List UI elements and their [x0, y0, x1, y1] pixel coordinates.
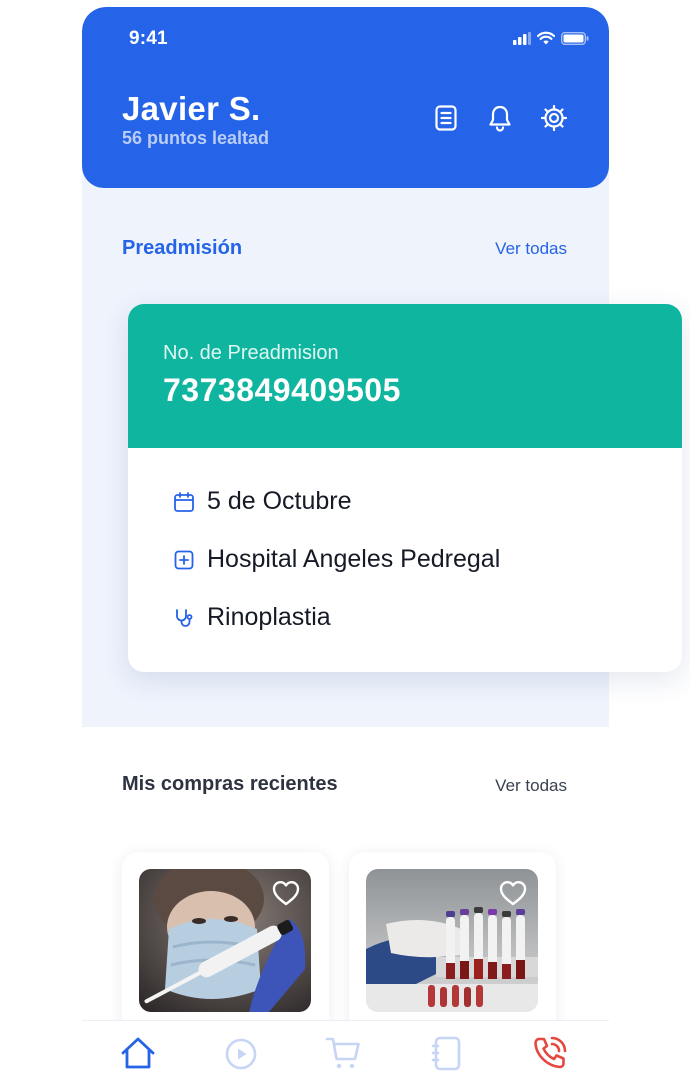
preadmission-number: 7373849409505: [163, 372, 401, 408]
gear-icon[interactable]: [539, 103, 569, 133]
preadmission-hospital-text: Hospital Angeles Pedregal: [207, 545, 501, 573]
preadmission-hospital: Hospital Angeles Pedregal: [173, 545, 500, 574]
user-name: Javier S.: [122, 90, 261, 127]
home-icon[interactable]: [118, 1033, 158, 1073]
signal-icon: [513, 31, 531, 45]
loyalty-points: 56 puntos lealtad: [122, 128, 270, 148]
preadmission-date-text: 5 de Octubre: [207, 487, 352, 515]
preadmission-card[interactable]: No. de Preadmision 7373849409505 5 de Oc…: [128, 304, 682, 672]
status-icons: [513, 31, 589, 45]
battery-icon: [561, 31, 589, 45]
blood-sample-tubes-photo: [366, 869, 538, 1012]
play-icon[interactable]: [221, 1033, 261, 1073]
phone-icon[interactable]: [530, 1033, 570, 1073]
heart-icon[interactable]: [271, 879, 301, 907]
purchases-section-title: Mis compras recientes: [122, 773, 338, 795]
heart-icon[interactable]: [498, 879, 528, 907]
wifi-icon: [537, 31, 555, 45]
purchases-see-all-link[interactable]: Ver todas: [495, 776, 567, 796]
hospital-plus-icon: [173, 549, 195, 571]
calendar-icon: [173, 491, 195, 513]
header-actions: [431, 103, 569, 133]
preadmission-see-all-link[interactable]: Ver todas: [495, 239, 567, 259]
pcr-test-photo: [139, 869, 311, 1012]
preadmission-card-header: No. de Preadmision 7373849409505: [128, 304, 682, 448]
stethoscope-icon: [173, 607, 195, 629]
cart-icon[interactable]: [324, 1033, 364, 1073]
bottom-navigation: [82, 1020, 609, 1085]
preadmission-procedure: Rinoplastia: [173, 603, 331, 632]
preadmission-date: 5 de Octubre: [173, 487, 352, 516]
status-time: 9:41: [129, 28, 168, 49]
profile-header: 9:41 Javier S. 56 puntos lealtad: [82, 7, 609, 188]
preadmission-procedure-text: Rinoplastia: [207, 603, 331, 631]
bell-icon[interactable]: [485, 103, 515, 133]
notebook-icon[interactable]: [427, 1033, 467, 1073]
document-list-icon[interactable]: [431, 103, 461, 133]
preadmission-section-title: Preadmisión: [122, 237, 243, 259]
preadmission-number-label: No. de Preadmision: [163, 342, 339, 364]
